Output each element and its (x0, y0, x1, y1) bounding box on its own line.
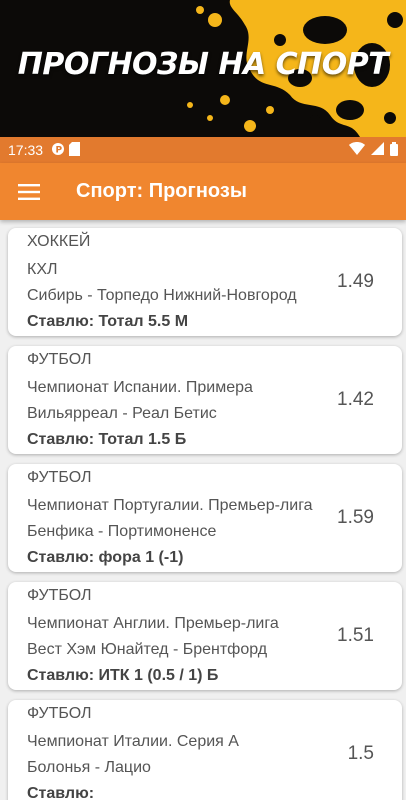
battery-icon (390, 141, 398, 159)
match-label: Вильярреал - Реал Бетис (27, 405, 217, 422)
sport-label: ФУТБОЛ (27, 705, 92, 722)
bet-label: Ставлю: ИТК 1 (0.5 / 1) Б (27, 667, 219, 684)
bet-label: Ставлю: Тотал 1.5 Б (27, 431, 187, 448)
status-time: 17:33 (8, 142, 44, 158)
league-label: Чемпионат Италии. Серия А (27, 733, 239, 750)
status-bar: 17:33 P (0, 137, 406, 163)
odds-value: 1.49 (337, 271, 374, 292)
app-title: Спорт: Прогнозы (76, 180, 247, 202)
predictions-list[interactable]: ХОККЕЙ КХЛ Сибирь - Торпедо Нижний-Новго… (0, 220, 406, 800)
prediction-card[interactable]: ФУТБОЛ Чемпионат Португалии. Премьер-лиг… (8, 464, 402, 572)
promo-banner: ПРОГНОЗЫ НА СПОРТ (0, 0, 406, 137)
match-label: Сибирь - Торпедо Нижний-Новгород (27, 287, 297, 304)
odds-value: 1.42 (337, 389, 374, 410)
bet-label: Ставлю: фора 1 (-1) (27, 549, 184, 566)
sport-label: ФУТБОЛ (27, 351, 92, 368)
app-notification-icon: P (51, 142, 65, 159)
odds-value: 1.51 (337, 625, 374, 646)
league-label: Чемпионат Англии. Премьер-лига (27, 615, 279, 632)
match-label: Бенфика - Портимоненсе (27, 523, 217, 540)
sport-label: ФУТБОЛ (27, 587, 92, 604)
sim-card-icon (69, 141, 81, 159)
odds-value: 1.59 (337, 507, 374, 528)
match-label: Болонья - Лацио (27, 759, 151, 776)
league-label: КХЛ (27, 261, 58, 278)
prediction-card[interactable]: ФУТБОЛ Чемпионат Италии. Серия А Болонья… (8, 700, 402, 800)
prediction-card[interactable]: ФУТБОЛ Чемпионат Англии. Премьер-лига Ве… (8, 582, 402, 690)
hamburger-menu-icon[interactable] (0, 163, 58, 220)
signal-icon (371, 142, 384, 158)
banner-title: ПРОГНОЗЫ НА СПОРТ (17, 47, 389, 82)
match-label: Вест Хэм Юнайтед - Брентфорд (27, 641, 268, 658)
app-bar: Спорт: Прогнозы (0, 163, 406, 220)
svg-text:P: P (56, 145, 63, 155)
league-label: Чемпионат Португалии. Премьер-лига (27, 497, 313, 514)
wifi-icon (349, 142, 365, 158)
prediction-card[interactable]: ФУТБОЛ Чемпионат Испании. Примера Вильяр… (8, 346, 402, 454)
sport-label: ФУТБОЛ (27, 469, 92, 486)
prediction-card[interactable]: ХОККЕЙ КХЛ Сибирь - Торпедо Нижний-Новго… (8, 228, 402, 336)
bet-label: Ставлю: Тотал 5.5 М (27, 313, 189, 330)
odds-value: 1.5 (347, 743, 374, 764)
bet-label: Ставлю: (27, 785, 95, 800)
sport-label: ХОККЕЙ (27, 233, 91, 250)
league-label: Чемпионат Испании. Примера (27, 379, 253, 396)
